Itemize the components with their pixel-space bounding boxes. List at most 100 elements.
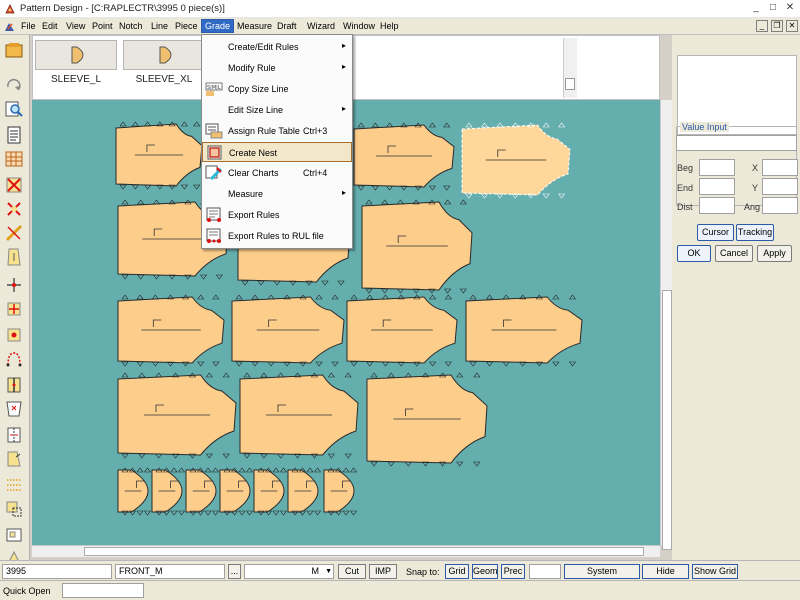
pattern-piece[interactable] bbox=[117, 372, 237, 459]
mdi-close-button[interactable]: ✕ bbox=[786, 20, 798, 32]
zoom-tool-icon[interactable] bbox=[4, 99, 24, 119]
mdi-restore-button[interactable]: ❐ bbox=[771, 20, 783, 32]
tracking-button[interactable]: Tracking bbox=[736, 224, 774, 241]
menu-item-export-rules[interactable]: Export Rules bbox=[202, 205, 352, 225]
menu-help[interactable]: Help bbox=[377, 20, 402, 32]
cross-point-tool-icon[interactable] bbox=[4, 275, 24, 295]
menu-wizard[interactable]: Wizard bbox=[304, 20, 338, 32]
pattern-piece[interactable] bbox=[185, 467, 220, 516]
add-point-tool-icon[interactable] bbox=[4, 325, 24, 345]
delete-point-tool-icon[interactable] bbox=[4, 199, 24, 219]
pattern-piece[interactable] bbox=[287, 467, 322, 516]
apply-button[interactable]: Apply bbox=[757, 245, 792, 262]
strip-scroll-thumb[interactable] bbox=[565, 78, 575, 90]
menu-item-measure[interactable]: Measure ▸ bbox=[202, 184, 352, 204]
beg-field[interactable] bbox=[699, 159, 735, 176]
fold-tool-icon[interactable] bbox=[4, 449, 24, 469]
pattern-piece[interactable] bbox=[115, 121, 203, 190]
pattern-piece[interactable] bbox=[361, 199, 473, 294]
pattern-piece[interactable] bbox=[366, 372, 488, 467]
menu-item-clear-charts[interactable]: Clear Charts Ctrl+4 bbox=[202, 163, 352, 183]
menu-item-copy-size-line[interactable]: S|M|L Copy Size Line bbox=[202, 79, 352, 99]
cancel-button[interactable]: Cancel bbox=[715, 245, 753, 262]
menu-edit[interactable]: Edit bbox=[39, 20, 61, 32]
menu-line[interactable]: Line bbox=[148, 20, 171, 32]
menu-view[interactable]: View bbox=[63, 20, 88, 32]
show-grid-button[interactable]: Show Grid bbox=[692, 564, 738, 579]
move-point-tool-icon[interactable] bbox=[4, 299, 24, 319]
ok-button[interactable]: OK bbox=[677, 245, 711, 262]
imp-button[interactable]: IMP bbox=[369, 564, 397, 579]
maximize-button[interactable]: □ bbox=[767, 2, 779, 14]
thumbnail-sleeve-xl[interactable] bbox=[123, 40, 205, 70]
pattern-piece[interactable] bbox=[117, 467, 152, 516]
unit-select[interactable]: M ▼ bbox=[244, 564, 334, 579]
select-piece-tool-icon[interactable] bbox=[4, 41, 24, 61]
pattern-piece[interactable] bbox=[219, 467, 254, 516]
walk-tool-icon[interactable] bbox=[4, 525, 24, 545]
menu-draft[interactable]: Draft bbox=[274, 20, 300, 32]
piece-name-field[interactable]: FRONT_M bbox=[115, 564, 225, 579]
quick-open-input[interactable] bbox=[62, 583, 144, 598]
pattern-piece[interactable] bbox=[461, 122, 571, 199]
precision-field[interactable] bbox=[529, 564, 561, 579]
notes-tool-icon[interactable] bbox=[4, 125, 24, 145]
browse-button[interactable]: ... bbox=[228, 564, 241, 579]
pattern-piece[interactable] bbox=[353, 122, 455, 191]
vertical-scrollbar[interactable] bbox=[660, 100, 672, 550]
horizontal-scroll-thumb[interactable] bbox=[84, 547, 644, 556]
notch-tool-icon[interactable] bbox=[4, 399, 24, 419]
split-piece-tool-icon[interactable] bbox=[4, 375, 24, 395]
mirror-tool-icon[interactable] bbox=[4, 425, 24, 445]
pattern-piece[interactable] bbox=[117, 294, 225, 367]
pattern-piece[interactable] bbox=[239, 372, 359, 459]
mdi-minimize-button[interactable]: _ bbox=[756, 20, 768, 32]
pattern-piece[interactable] bbox=[151, 467, 186, 516]
horizontal-scrollbar[interactable] bbox=[32, 545, 660, 557]
menu-item-create-edit-rules[interactable]: Create/Edit Rules ▸ bbox=[202, 37, 352, 57]
menu-measure[interactable]: Measure bbox=[234, 20, 275, 32]
align-tool-icon[interactable] bbox=[4, 499, 24, 519]
y-field[interactable] bbox=[762, 178, 798, 195]
menu-item-export-rules-to-rul[interactable]: Export Rules to RUL file bbox=[202, 226, 352, 246]
menu-window[interactable]: Window bbox=[340, 20, 378, 32]
piece-code-field[interactable]: 3995 bbox=[2, 564, 112, 579]
pattern-piece[interactable] bbox=[253, 467, 288, 516]
seam-tool-icon[interactable] bbox=[4, 475, 24, 495]
close-button[interactable]: ✕ bbox=[784, 2, 796, 14]
delete-tool-icon[interactable] bbox=[4, 175, 24, 195]
menu-item-modify-rule[interactable]: Modify Rule ▸ bbox=[202, 58, 352, 78]
menu-notch[interactable]: Notch bbox=[116, 20, 146, 32]
vertical-scroll-thumb[interactable] bbox=[662, 290, 672, 550]
cursor-button[interactable]: Cursor bbox=[697, 224, 734, 241]
cut-button[interactable]: Cut bbox=[338, 564, 366, 579]
cut-tool-icon[interactable] bbox=[4, 223, 24, 243]
menu-point[interactable]: Point bbox=[89, 20, 116, 32]
menu-grade[interactable]: Grade bbox=[201, 19, 235, 33]
grid-table-tool-icon[interactable] bbox=[4, 149, 24, 169]
pattern-piece[interactable] bbox=[346, 294, 458, 367]
dist-field[interactable] bbox=[699, 197, 735, 214]
menu-item-assign-rule-table[interactable]: Assign Rule Table Ctrl+3 bbox=[202, 121, 352, 141]
pattern-piece[interactable] bbox=[231, 294, 345, 367]
piece-tool-icon[interactable] bbox=[4, 247, 24, 267]
pattern-piece[interactable] bbox=[323, 467, 358, 516]
system-smoothing-button[interactable]: System Smoothing bbox=[564, 564, 640, 589]
snap-grid-button[interactable]: Grid bbox=[445, 564, 469, 579]
end-field[interactable] bbox=[699, 178, 735, 195]
rotate-tool-icon[interactable] bbox=[4, 75, 24, 95]
thumbnail-sleeve-l[interactable] bbox=[35, 40, 117, 70]
strip-scrollbar[interactable] bbox=[563, 38, 577, 98]
ang-field[interactable] bbox=[762, 197, 798, 214]
curve-tool-icon[interactable] bbox=[4, 349, 24, 369]
document-icon[interactable] bbox=[3, 20, 16, 33]
menu-item-edit-size-line[interactable]: Edit Size Line ▸ bbox=[202, 100, 352, 120]
value-input-field[interactable] bbox=[676, 135, 797, 151]
x-field[interactable] bbox=[762, 159, 798, 176]
minimize-button[interactable]: _ bbox=[750, 2, 762, 14]
menu-file[interactable]: File bbox=[18, 20, 39, 32]
pattern-piece[interactable] bbox=[465, 294, 583, 367]
menu-item-create-nest[interactable]: Create Nest bbox=[202, 142, 352, 162]
menu-piece[interactable]: Piece bbox=[172, 20, 201, 32]
hide-seams-button[interactable]: Hide Seams bbox=[642, 564, 689, 589]
